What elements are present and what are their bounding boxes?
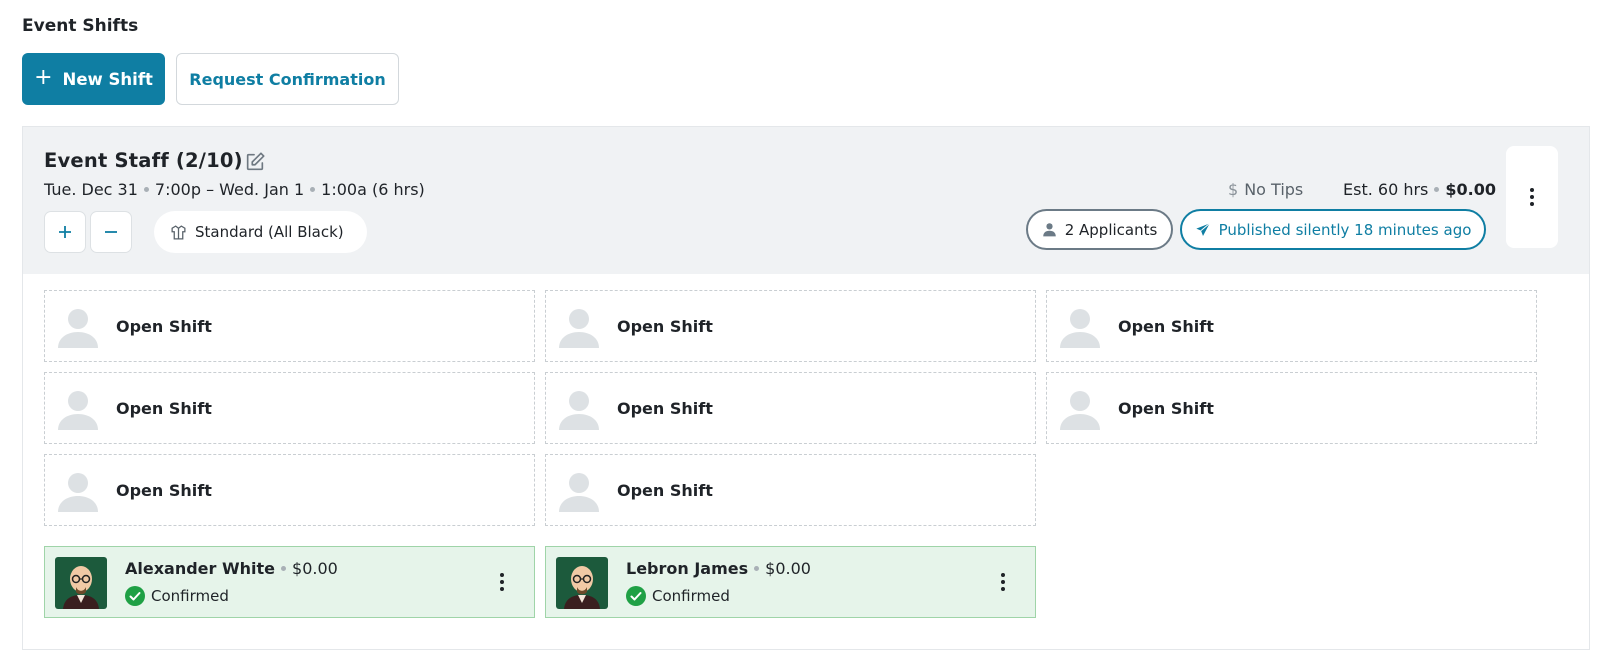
- open-shift-label: Open Shift: [1118, 398, 1214, 418]
- tips-info: $ No Tips: [1228, 180, 1303, 199]
- worker-status: Confirmed: [626, 586, 730, 606]
- open-shift-slot[interactable]: Open Shift: [545, 454, 1036, 526]
- est-cost: $0.00: [1445, 180, 1496, 199]
- worker-name-line: Lebron James $0.00: [626, 559, 811, 578]
- person-placeholder-icon: [559, 309, 599, 348]
- worker-status-label: Confirmed: [652, 587, 730, 605]
- open-shift-slot[interactable]: Open Shift: [545, 290, 1036, 362]
- person-placeholder-icon: [58, 309, 98, 348]
- open-shift-label: Open Shift: [617, 398, 713, 418]
- open-shift-slot[interactable]: Open Shift: [44, 454, 535, 526]
- time-end: 1:00a (6 hrs): [321, 180, 425, 199]
- worker-pay: $0.00: [292, 559, 338, 578]
- attire-label: Standard (All Black): [195, 223, 344, 241]
- avatar: [556, 557, 608, 609]
- open-shift-label: Open Shift: [116, 480, 212, 500]
- shirt-icon: [171, 224, 186, 240]
- person-placeholder-icon: [1060, 309, 1100, 348]
- applicants-button[interactable]: 2 Applicants: [1026, 209, 1173, 250]
- avatar: [55, 557, 107, 609]
- published-status-button[interactable]: Published silently 18 minutes ago: [1180, 209, 1486, 250]
- est-hours: Est. 60 hrs: [1343, 180, 1429, 199]
- worker-name-line: Alexander White $0.00: [125, 559, 338, 578]
- worker-name: Lebron James: [626, 559, 749, 578]
- check-circle-icon: [125, 586, 145, 606]
- shift-group-header: Event Staff (2/10) Tue. Dec 31 7:00p – We…: [23, 127, 1589, 274]
- send-icon: [1195, 222, 1210, 236]
- open-shift-slot[interactable]: Open Shift: [1046, 290, 1537, 362]
- shift-datetime: Tue. Dec 31 7:00p – Wed. Jan 1 1:00a (6 hr…: [44, 180, 425, 199]
- open-shift-slot[interactable]: Open Shift: [545, 372, 1036, 444]
- worker-status-label: Confirmed: [151, 587, 229, 605]
- page-title: Event Shifts: [22, 16, 139, 36]
- remove-slot-button[interactable]: [90, 211, 132, 253]
- estimate-info: Est. 60 hrs $0.00: [1343, 180, 1496, 199]
- person-icon: [1042, 223, 1056, 237]
- new-shift-label: New Shift: [62, 69, 153, 89]
- new-shift-button[interactable]: + New Shift: [22, 53, 165, 105]
- open-shift-label: Open Shift: [1118, 316, 1214, 336]
- attire-chip[interactable]: Standard (All Black): [154, 211, 367, 253]
- worker-card[interactable]: Lebron James $0.00 Confirmed: [545, 546, 1036, 618]
- check-circle-icon: [626, 586, 646, 606]
- worker-card[interactable]: Alexander White $0.00 Confirmed: [44, 546, 535, 618]
- person-placeholder-icon: [58, 391, 98, 430]
- worker-menu-button[interactable]: [500, 573, 504, 591]
- shift-group-panel: Event Staff (2/10) Tue. Dec 31 7:00p – We…: [22, 126, 1590, 650]
- worker-pay: $0.00: [765, 559, 811, 578]
- date-start: Tue. Dec 31: [44, 180, 138, 199]
- group-title: Event Staff (2/10): [44, 149, 243, 172]
- worker-name: Alexander White: [125, 559, 276, 578]
- published-label: Published silently 18 minutes ago: [1218, 220, 1472, 239]
- dollar-icon: $: [1228, 180, 1239, 199]
- open-shift-label: Open Shift: [116, 398, 212, 418]
- plus-icon: +: [34, 65, 53, 90]
- minus-icon: [105, 231, 117, 233]
- person-placeholder-icon: [559, 391, 599, 430]
- person-placeholder-icon: [559, 473, 599, 512]
- open-shift-slot[interactable]: Open Shift: [44, 372, 535, 444]
- open-shift-label: Open Shift: [617, 480, 713, 500]
- add-slot-button[interactable]: [44, 211, 86, 253]
- tips-label: No Tips: [1244, 180, 1304, 199]
- worker-status: Confirmed: [125, 586, 229, 606]
- worker-menu-button[interactable]: [1001, 573, 1005, 591]
- open-shift-slot[interactable]: Open Shift: [1046, 372, 1537, 444]
- group-menu-button[interactable]: [1506, 146, 1558, 248]
- kebab-icon: [1530, 188, 1534, 206]
- applicants-label: 2 Applicants: [1064, 220, 1158, 239]
- open-shift-slot[interactable]: Open Shift: [44, 290, 535, 362]
- time-start: 7:00p – Wed. Jan 1: [154, 180, 305, 199]
- person-placeholder-icon: [1060, 391, 1100, 430]
- person-placeholder-icon: [58, 473, 98, 512]
- request-confirmation-button[interactable]: Request Confirmation: [176, 53, 399, 105]
- open-shift-label: Open Shift: [116, 316, 212, 336]
- plus-icon: [59, 226, 71, 238]
- edit-icon[interactable]: [244, 151, 266, 173]
- open-shift-label: Open Shift: [617, 316, 713, 336]
